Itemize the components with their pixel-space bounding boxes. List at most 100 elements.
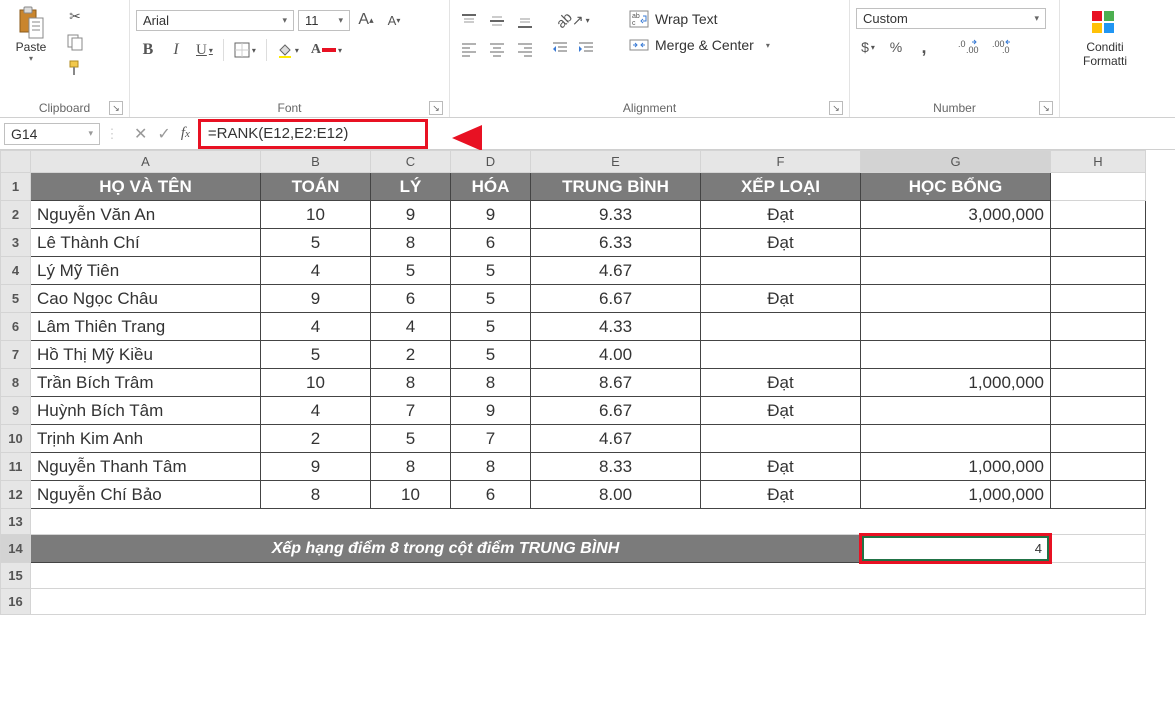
- cell[interactable]: [861, 229, 1051, 257]
- cell[interactable]: 4: [371, 313, 451, 341]
- conditional-formatting-button[interactable]: Conditi Formatti: [1080, 4, 1130, 70]
- row-header-9[interactable]: 9: [1, 397, 31, 425]
- cell[interactable]: Đạt: [701, 397, 861, 425]
- formula-input[interactable]: =RANK(E12,E2:E12): [202, 123, 1171, 144]
- row-header-14[interactable]: 14: [1, 535, 31, 563]
- copy-button[interactable]: [62, 30, 88, 54]
- cell[interactable]: 10: [261, 369, 371, 397]
- cell[interactable]: [1051, 397, 1146, 425]
- table-header[interactable]: TRUNG BÌNH: [531, 173, 701, 201]
- align-top-button[interactable]: [456, 8, 482, 34]
- cell[interactable]: 4.67: [531, 257, 701, 285]
- bold-button[interactable]: B: [136, 38, 160, 62]
- orientation-button[interactable]: ab↗▾: [548, 8, 598, 32]
- name-box[interactable]: G14▾: [4, 123, 100, 145]
- cell[interactable]: Đạt: [701, 229, 861, 257]
- cell[interactable]: 4: [261, 257, 371, 285]
- cell[interactable]: [1051, 201, 1146, 229]
- table-header[interactable]: XẾP LOẠI: [701, 173, 861, 201]
- cell[interactable]: 9: [261, 453, 371, 481]
- cell[interactable]: Huỳnh Bích Tâm: [31, 397, 261, 425]
- cell[interactable]: 7: [371, 397, 451, 425]
- cell[interactable]: [1051, 535, 1146, 563]
- row-header-10[interactable]: 10: [1, 425, 31, 453]
- cell[interactable]: [861, 341, 1051, 369]
- format-painter-button[interactable]: [62, 56, 88, 80]
- cell[interactable]: 9: [451, 201, 531, 229]
- table-header[interactable]: TOÁN: [261, 173, 371, 201]
- col-header-B[interactable]: B: [261, 151, 371, 173]
- cell[interactable]: 4: [261, 313, 371, 341]
- col-header-F[interactable]: F: [701, 151, 861, 173]
- cell[interactable]: [1051, 453, 1146, 481]
- cell[interactable]: 1,000,000: [861, 481, 1051, 509]
- cell[interactable]: [1051, 481, 1146, 509]
- select-all-corner[interactable]: [1, 151, 31, 173]
- col-header-H[interactable]: H: [1051, 151, 1146, 173]
- cell[interactable]: [861, 313, 1051, 341]
- number-format-combo[interactable]: Custom▾: [856, 8, 1046, 29]
- row-header-11[interactable]: 11: [1, 453, 31, 481]
- cell[interactable]: 3,000,000: [861, 201, 1051, 229]
- cell[interactable]: 5: [451, 285, 531, 313]
- row-header-8[interactable]: 8: [1, 369, 31, 397]
- cell[interactable]: 8: [371, 453, 451, 481]
- cell[interactable]: Lý Mỹ Tiên: [31, 257, 261, 285]
- cell[interactable]: [701, 341, 861, 369]
- cell[interactable]: [1051, 369, 1146, 397]
- align-center-button[interactable]: [484, 36, 510, 62]
- cell[interactable]: Đạt: [701, 481, 861, 509]
- clipboard-dialog-launcher[interactable]: ↘: [109, 101, 123, 115]
- cell[interactable]: Hồ Thị Mỹ Kiều: [31, 341, 261, 369]
- cell[interactable]: [861, 425, 1051, 453]
- row-header-3[interactable]: 3: [1, 229, 31, 257]
- cell[interactable]: 8: [371, 229, 451, 257]
- cell[interactable]: [1051, 313, 1146, 341]
- col-header-D[interactable]: D: [451, 151, 531, 173]
- increase-indent-button[interactable]: [574, 36, 598, 60]
- cell[interactable]: 5: [451, 341, 531, 369]
- cell[interactable]: 8: [371, 369, 451, 397]
- cell[interactable]: 10: [261, 201, 371, 229]
- cell[interactable]: Đạt: [701, 369, 861, 397]
- cell[interactable]: [701, 257, 861, 285]
- cell[interactable]: [861, 397, 1051, 425]
- cell[interactable]: 4.67: [531, 425, 701, 453]
- cell[interactable]: 2: [371, 341, 451, 369]
- cell[interactable]: 5: [371, 425, 451, 453]
- italic-button[interactable]: I: [164, 38, 188, 62]
- number-dialog-launcher[interactable]: ↘: [1039, 101, 1053, 115]
- cancel-formula-button[interactable]: ✕: [134, 124, 147, 144]
- merge-center-button[interactable]: Merge & Center▾: [623, 34, 776, 56]
- row-header-1[interactable]: 1: [1, 173, 31, 201]
- col-header-C[interactable]: C: [371, 151, 451, 173]
- table-header[interactable]: HÓA: [451, 173, 531, 201]
- align-left-button[interactable]: [456, 36, 482, 62]
- cell[interactable]: Lê Thành Chí: [31, 229, 261, 257]
- cut-button[interactable]: ✂: [62, 4, 88, 28]
- font-dialog-launcher[interactable]: ↘: [429, 101, 443, 115]
- cell[interactable]: 6.67: [531, 397, 701, 425]
- table-header[interactable]: LÝ: [371, 173, 451, 201]
- decrease-font-button[interactable]: A▾: [382, 8, 406, 32]
- decrease-indent-button[interactable]: [548, 36, 572, 60]
- cell[interactable]: [1051, 425, 1146, 453]
- row-header-5[interactable]: 5: [1, 285, 31, 313]
- accounting-format-button[interactable]: $▾: [856, 35, 880, 59]
- result-cell[interactable]: 4: [861, 535, 1051, 563]
- row-header-4[interactable]: 4: [1, 257, 31, 285]
- row-header-6[interactable]: 6: [1, 313, 31, 341]
- cell[interactable]: Nguyễn Thanh Tâm: [31, 453, 261, 481]
- cell[interactable]: 7: [451, 425, 531, 453]
- col-header-G[interactable]: G: [861, 151, 1051, 173]
- cell[interactable]: 5: [371, 257, 451, 285]
- paste-button[interactable]: Paste ▾: [6, 4, 56, 65]
- cell[interactable]: 6: [451, 229, 531, 257]
- cell[interactable]: 8.00: [531, 481, 701, 509]
- cell[interactable]: 4.33: [531, 313, 701, 341]
- table-header[interactable]: HỌ VÀ TÊN: [31, 173, 261, 201]
- cell[interactable]: Cao Ngọc Châu: [31, 285, 261, 313]
- table-header[interactable]: HỌC BỔNG: [861, 173, 1051, 201]
- cell[interactable]: [1051, 341, 1146, 369]
- row-header-13[interactable]: 13: [1, 509, 31, 535]
